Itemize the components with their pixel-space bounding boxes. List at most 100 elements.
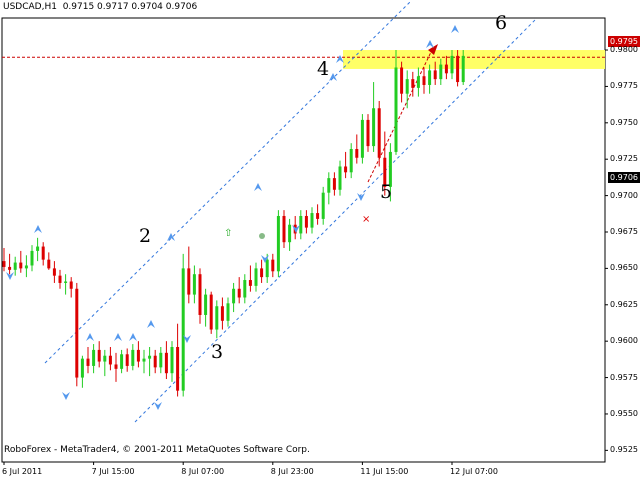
y-tick-label: 0.9700: [610, 190, 638, 200]
candle-body: [198, 274, 202, 315]
candle-body: [47, 259, 51, 269]
candle-body: [338, 166, 342, 190]
candle-body: [69, 281, 73, 289]
y-tick-label: 0.9575: [610, 372, 638, 382]
candle-body: [80, 358, 84, 378]
wave-label-4: 4: [317, 58, 330, 80]
fractal-arrow-icon: [147, 320, 155, 328]
y-tick-label: 0.9625: [610, 299, 638, 309]
candle-body: [170, 346, 174, 374]
candle-body: [209, 294, 213, 330]
y-tick-label: 0.9725: [610, 154, 638, 164]
candle-body: [316, 213, 320, 219]
fractal-arrow-icon: [34, 225, 42, 233]
candle-body: [456, 55, 460, 83]
candle-body: [237, 288, 241, 298]
candle-body: [288, 224, 292, 243]
candle-body: [131, 349, 135, 366]
candle-body: [52, 268, 56, 276]
y-tick-label: 0.9800: [610, 45, 638, 55]
candle-body: [377, 108, 381, 158]
candle-body: [400, 67, 404, 94]
candle-body: [176, 346, 180, 391]
candle-body: [2, 261, 6, 267]
candle-body: [344, 166, 348, 173]
candle-body: [461, 55, 465, 83]
candle-body: [13, 262, 17, 270]
signal-dot-icon: [259, 233, 265, 239]
fractal-arrow-icon: [451, 25, 459, 33]
candle-body: [276, 215, 280, 272]
candle-body: [310, 213, 314, 228]
candle-body: [204, 294, 208, 315]
candle-body: [271, 259, 275, 272]
candle-body: [450, 55, 454, 74]
candle-body: [243, 280, 247, 298]
y-tick-label: 0.9650: [610, 263, 638, 273]
candle-body: [114, 364, 118, 369]
wave-label-6: 6: [495, 12, 508, 34]
candle-body: [355, 149, 359, 158]
candle-body: [360, 119, 364, 158]
candle-body: [394, 67, 398, 152]
candle-body: [215, 306, 219, 330]
candle-body: [226, 303, 230, 321]
wave-label-2: 2: [139, 225, 152, 247]
y-tick-label: 0.9525: [610, 445, 638, 455]
candle-body: [220, 306, 224, 321]
candle-body: [58, 275, 62, 283]
candle-body: [187, 268, 191, 295]
x-tick-label: 6 Jul 2011: [2, 467, 43, 476]
candle-body: [41, 246, 45, 260]
fractal-arrow-icon: [62, 392, 70, 400]
candle-body: [366, 119, 370, 147]
y-tick-label: 0.9600: [610, 336, 638, 346]
candle-body: [120, 354, 124, 369]
fractal-arrow-icon: [129, 333, 137, 341]
copyright-text: RoboForex - MetaTrader4, © 2001-2011 Met…: [4, 445, 310, 455]
candle-body: [192, 274, 196, 295]
candle-body: [372, 108, 376, 147]
candle-body: [282, 215, 286, 243]
candle-body: [148, 355, 152, 359]
plot-frame: [1, 17, 606, 463]
candle-body: [433, 70, 437, 80]
candle-body: [24, 265, 28, 269]
candle-body: [321, 192, 325, 219]
candle-body: [142, 358, 146, 362]
x-tick-label: 8 Jul 07:00: [181, 467, 225, 476]
candle-body: [181, 268, 185, 391]
candle-body: [232, 288, 236, 304]
candle-body: [36, 246, 40, 251]
current-price-tag: 0.9706: [608, 172, 640, 183]
x-tick-label: 12 Jul 07:00: [450, 467, 498, 476]
candle-body: [97, 349, 101, 362]
candle-body: [260, 268, 264, 278]
candle-body: [422, 76, 426, 85]
y-tick-label: 0.9775: [610, 81, 638, 91]
fractal-arrow-icon: [154, 402, 162, 410]
fractal-arrow-icon: [336, 55, 344, 63]
candle-body: [19, 262, 23, 269]
candle-body: [153, 355, 157, 368]
candle-body: [304, 215, 308, 228]
y-tick-label: 0.9750: [610, 117, 638, 127]
x-tick-label: 7 Jul 15:00: [91, 467, 135, 476]
cross-icon: ×: [362, 214, 370, 225]
fractal-arrow-icon: [114, 333, 122, 341]
x-tick-label: 8 Jul 23:00: [270, 467, 314, 476]
candle-body: [30, 250, 34, 266]
candle-body: [86, 358, 90, 366]
fractal-arrow-icon: [426, 40, 434, 48]
candle-body: [254, 268, 258, 286]
candle-body: [405, 79, 409, 94]
candle-body: [327, 178, 331, 193]
candle-body: [265, 259, 269, 278]
candle-body: [332, 178, 336, 190]
projection-arrow-line: [367, 49, 433, 183]
candle-body: [444, 64, 448, 74]
candle-body: [108, 355, 112, 365]
wave-label-5: 5: [380, 181, 393, 203]
fractal-arrow-icon: [86, 333, 94, 341]
candle-body: [416, 76, 420, 88]
